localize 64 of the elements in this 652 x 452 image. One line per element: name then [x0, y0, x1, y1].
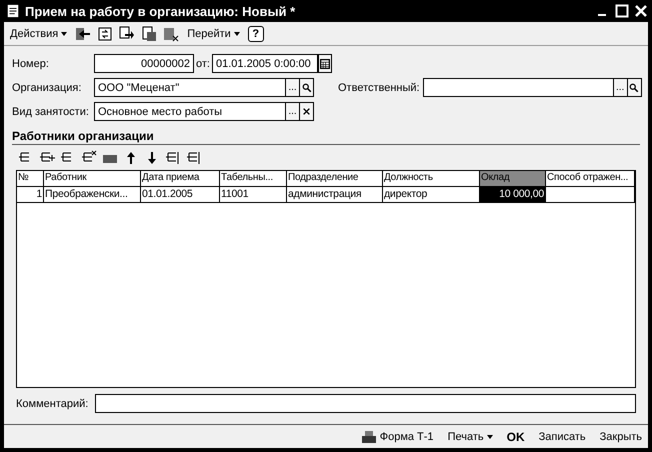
refresh-icon [97, 26, 114, 42]
date-field[interactable]: 01.01.2005 0:00:00 [212, 54, 318, 73]
field-label: Вид занятости: [12, 106, 90, 118]
toolbar-button[interactable] [163, 26, 180, 42]
delete-document-icon [163, 26, 180, 42]
footer-button[interactable]: Записать [536, 428, 588, 444]
column-header[interactable]: Дата приема [141, 171, 220, 186]
column-header[interactable]: Работник [44, 171, 141, 186]
printer-icon [360, 428, 377, 444]
document-stack-icon [141, 26, 158, 42]
back-arrow-icon [75, 26, 92, 42]
field-label: Комментарий: [16, 398, 90, 410]
copy-arrow-icon [119, 26, 136, 42]
document-icon [6, 4, 20, 18]
help-button[interactable]: ? [248, 26, 264, 42]
footer-button[interactable]: Закрыть [598, 428, 644, 444]
column-header[interactable]: Табельны... [220, 171, 287, 186]
field-label: от: [196, 58, 210, 70]
search-icon [302, 82, 312, 92]
toolbar-button[interactable] [119, 26, 136, 42]
table-cell: Преображенски... [44, 187, 141, 202]
calendar-icon [320, 58, 330, 68]
field-label: Организация: [12, 82, 82, 94]
menu-button[interactable]: Печать [446, 428, 495, 444]
close-icon[interactable] [634, 4, 648, 18]
input-field[interactable]: ООО "Меценат" [94, 78, 286, 97]
caret-icon [234, 32, 240, 36]
table-cell: 11001 [220, 187, 287, 202]
caret-icon [486, 434, 493, 438]
search-button[interactable] [300, 78, 314, 97]
toolbar-button[interactable] [75, 26, 92, 42]
table-cell: 10 000,00 [480, 187, 546, 202]
column-header[interactable]: Подразделение [287, 171, 383, 186]
calendar-button[interactable] [318, 54, 332, 73]
field-label: Ответственный: [338, 82, 420, 94]
input-field[interactable]: Основное место работы [94, 102, 286, 121]
ok-button[interactable]: OK [504, 428, 527, 446]
choose-button[interactable]: ... [286, 102, 300, 121]
clear-button[interactable] [300, 102, 314, 121]
column-header[interactable]: Должность [383, 171, 480, 186]
menu-button[interactable]: Действия [8, 26, 70, 42]
column-header[interactable]: № [17, 171, 44, 186]
table-cell: директор [383, 187, 480, 202]
column-header[interactable]: Оклад [480, 171, 546, 186]
window-title: Прием на работу в организацию: Новый * [25, 4, 296, 18]
column-header[interactable]: Способ отражен... [546, 171, 635, 186]
input-field[interactable] [422, 78, 614, 97]
menu-button[interactable]: Перейти [185, 26, 242, 42]
search-button[interactable] [628, 78, 642, 97]
maximize-icon[interactable] [615, 4, 629, 18]
section-title: Работники организации [12, 129, 640, 145]
choose-button[interactable]: ... [286, 78, 300, 97]
toolbar-button[interactable] [141, 26, 158, 42]
table-cell: 01.01.2005 [141, 187, 220, 202]
close-icon [302, 107, 311, 116]
table-cell: администрация [287, 187, 383, 202]
comment-field[interactable] [95, 394, 636, 413]
number-field[interactable]: 00000002 [94, 54, 194, 73]
caret-icon [61, 32, 68, 36]
toolbar-button[interactable] [97, 26, 114, 42]
search-icon [629, 82, 640, 92]
print-button[interactable]: Форма Т-1 [358, 426, 436, 446]
choose-button[interactable]: ... [614, 78, 628, 97]
field-label: Номер: [12, 58, 50, 70]
